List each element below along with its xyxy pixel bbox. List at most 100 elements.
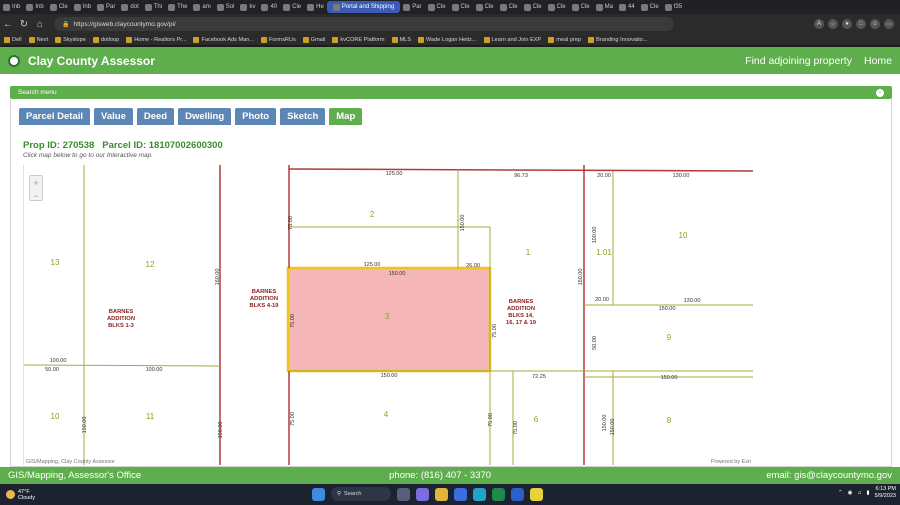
address-bar[interactable]: 🔒 https://gisweb.claycountymo.gov/pi/: [54, 17, 674, 31]
browser-tab[interactable]: Ma: [593, 1, 616, 13]
browser-tab[interactable]: 44: [616, 1, 638, 13]
edge-icon[interactable]: [473, 487, 486, 501]
bookmark-item[interactable]: Next: [28, 36, 48, 43]
tab-dwelling[interactable]: Dwelling: [178, 108, 232, 125]
tab-value[interactable]: Value: [94, 108, 133, 125]
browser-tab-label: Cle: [58, 4, 68, 10]
browser-tab[interactable]: Inb: [0, 1, 23, 13]
bookmark-item[interactable]: Branding Innovatio...: [588, 36, 647, 43]
bookmark-item[interactable]: dotloop: [92, 36, 119, 43]
clock[interactable]: 6:13 PM 5/9/2023: [875, 486, 896, 500]
browser-tab-label: Inb: [35, 4, 44, 10]
bookmark-item[interactable]: FormsRUs: [261, 36, 296, 43]
dimension-label: 130.00: [673, 173, 690, 179]
browser-tab[interactable]: Thi: [142, 1, 165, 13]
tab-favicon-icon: [523, 3, 531, 11]
subdivision-label: BARNES: [509, 299, 534, 305]
bookmark-item[interactable]: Learn and Join EXP: [483, 36, 541, 43]
browser-tab[interactable]: Portal and Shipping: [326, 1, 401, 13]
volume-icon[interactable]: ♫: [857, 490, 861, 496]
tab-map[interactable]: Map: [329, 108, 363, 125]
browser-tab-label: 40: [270, 4, 278, 10]
menu-icon[interactable]: ⋯: [884, 19, 894, 29]
lot-number: 2: [370, 210, 375, 219]
browser-tab[interactable]: Cle: [280, 1, 304, 13]
browser-tab[interactable]: Cle: [521, 1, 545, 13]
browser-tab[interactable]: Cle: [473, 1, 497, 13]
tab-photo[interactable]: Photo: [235, 108, 277, 125]
browser-tab[interactable]: f35: [662, 1, 685, 13]
taskbar-search[interactable]: ⚲ Search: [331, 487, 391, 501]
browser-tab[interactable]: Cle: [425, 1, 449, 13]
bookmark-icon: [391, 36, 398, 43]
bookmark-label: Gmail: [310, 36, 326, 43]
home-link[interactable]: Home: [864, 55, 892, 67]
browser-tab[interactable]: Cle: [638, 1, 662, 13]
bookmark-item[interactable]: meal prep: [548, 36, 581, 43]
tab-sketch[interactable]: Sketch: [280, 108, 326, 125]
bookmark-item[interactable]: Facebook Ads Man...: [193, 36, 254, 43]
bookmark-item[interactable]: MLS: [391, 36, 411, 43]
search-menu-bar[interactable]: Search menu -: [10, 86, 892, 99]
store-icon[interactable]: [454, 487, 467, 501]
browser-tab[interactable]: Cle: [449, 1, 473, 13]
home-icon[interactable]: ⌂: [32, 16, 48, 32]
browser-tab[interactable]: He: [304, 1, 327, 13]
browser-tab[interactable]: The: [165, 1, 190, 13]
profile-icon[interactable]: ☺: [870, 19, 880, 29]
word-icon[interactable]: [511, 487, 524, 501]
tab-deed[interactable]: Deed: [136, 108, 175, 125]
bookmark-item[interactable]: Skyslope: [55, 36, 86, 43]
parcel-tabs: Parcel Detail Value Deed Dwelling Photo …: [19, 108, 363, 125]
refresh-icon[interactable]: ↻: [16, 16, 32, 32]
bookmark-item[interactable]: Wade Logan Heitz...: [418, 36, 477, 43]
favorite-star-icon[interactable]: ☆: [828, 19, 838, 29]
parcel-map-drawing[interactable]: 125.00 96.73 20.00 130.0075.00 150.00160.001…: [24, 165, 753, 465]
excel-icon[interactable]: [492, 487, 505, 501]
browser-tab[interactable]: Inb: [71, 1, 94, 13]
bookmark-item[interactable]: Home - Realtors Pr...: [126, 36, 186, 43]
wifi-icon[interactable]: ◉: [848, 490, 853, 496]
browser-tab[interactable]: kv: [237, 1, 258, 13]
browser-tab[interactable]: am: [190, 1, 213, 13]
dimension-label: 72.25: [532, 374, 546, 380]
read-aloud-icon[interactable]: A: [814, 19, 824, 29]
browser-tab[interactable]: Par: [400, 1, 424, 13]
weather-widget[interactable]: 47°F Cloudy: [0, 489, 35, 501]
bookmark-icon: [548, 36, 555, 43]
collections-icon[interactable]: □: [856, 19, 866, 29]
browser-tab[interactable]: Cle: [545, 1, 569, 13]
browser-tab-label: f35: [673, 4, 683, 10]
extension-icon[interactable]: ●: [842, 19, 852, 29]
tray-arrow-icon[interactable]: ⌃: [838, 490, 843, 496]
back-icon[interactable]: ←: [0, 16, 16, 32]
start-icon[interactable]: [312, 487, 325, 501]
task-view-icon[interactable]: [397, 487, 410, 501]
battery-icon[interactable]: ▮: [867, 490, 870, 496]
browser-tab[interactable]: Inb: [23, 1, 46, 13]
browser-tab[interactable]: Sol: [214, 1, 238, 13]
chat-icon[interactable]: [416, 487, 429, 501]
bookmark-item[interactable]: Gmail: [302, 36, 326, 43]
browser-tab[interactable]: 40: [258, 1, 280, 13]
browser-tab[interactable]: Cle: [569, 1, 593, 13]
browser-tab[interactable]: Par: [94, 1, 118, 13]
browser-tab[interactable]: Cle: [47, 1, 71, 13]
bookmark-item[interactable]: Dell: [4, 36, 22, 43]
tab-favicon-icon: [49, 3, 57, 11]
zoom-in-button[interactable]: +: [30, 176, 42, 189]
footer-email[interactable]: email: gis@claycountymo.gov: [766, 470, 892, 481]
tab-parcel-detail[interactable]: Parcel Detail: [19, 108, 91, 125]
subdivision-label: BARNES: [109, 309, 134, 315]
bookmark-item[interactable]: kvCORE Platform: [332, 36, 385, 43]
sticky-notes-icon[interactable]: [530, 487, 543, 501]
browser-tab-label: Ma: [604, 4, 613, 10]
browser-tab[interactable]: Cle: [497, 1, 521, 13]
site-title: Clay County Assessor: [28, 53, 155, 68]
collapse-icon[interactable]: -: [876, 88, 884, 97]
browser-tab[interactable]: dot: [118, 1, 141, 13]
parcel-map[interactable]: 125.00 96.73 20.00 130.00 75.00 150.00 160.00 1…: [23, 165, 753, 465]
find-adjoining-property-link[interactable]: Find adjoining property: [745, 55, 852, 67]
file-explorer-icon[interactable]: [435, 487, 448, 501]
zoom-out-button[interactable]: −: [30, 189, 42, 202]
